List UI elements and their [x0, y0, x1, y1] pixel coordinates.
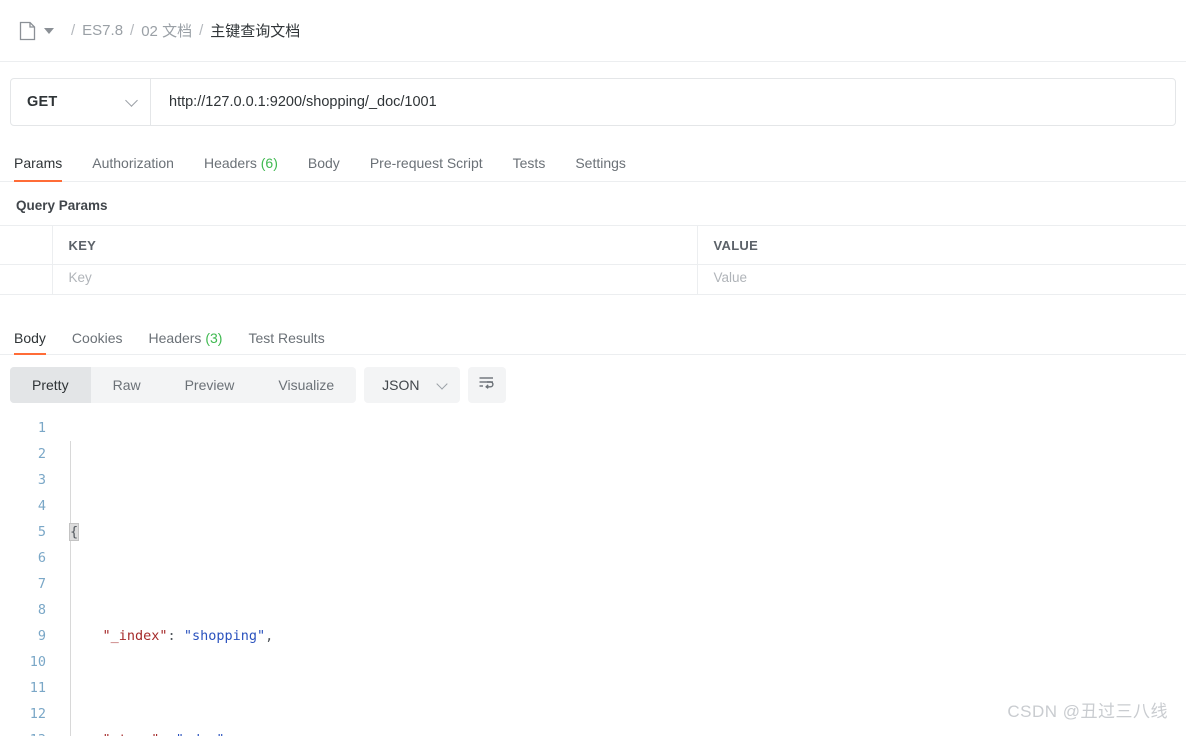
key-column-header: KEY [52, 225, 697, 265]
chevron-down-icon [435, 377, 448, 390]
line-number: 11 [29, 680, 46, 696]
query-params-table: KEY VALUE Key Value [0, 225, 1186, 295]
response-tab-cookies[interactable]: Cookies [72, 330, 123, 354]
line-number: 1 [37, 420, 46, 436]
json-value-type: "_doc" [176, 732, 225, 736]
response-format-select[interactable]: JSON [364, 367, 460, 403]
view-mode-visualize[interactable]: Visualize [256, 367, 356, 403]
request-url-bar: GET [10, 78, 1176, 126]
tab-body[interactable]: Body [308, 155, 340, 181]
line-number: 7 [37, 576, 46, 592]
row-checkbox-cell[interactable] [0, 264, 52, 295]
response-tab-headers-label: Headers [148, 330, 202, 346]
chevron-down-icon [125, 93, 138, 107]
document-icon[interactable] [18, 20, 38, 42]
line-number: 8 [37, 602, 46, 618]
breadcrumb: / ES7.8 / 02 文档 / 主键查询文档 [0, 0, 1186, 62]
tab-tests-label: Tests [512, 155, 546, 171]
http-method-select[interactable]: GET [11, 79, 151, 125]
response-tab-headers-count: (3) [205, 330, 223, 346]
view-mode-group: Pretty Raw Preview Visualize [10, 367, 357, 403]
http-method-label: GET [27, 94, 58, 110]
response-tab-cookies-label: Cookies [71, 330, 123, 346]
line-number: 10 [29, 654, 46, 670]
response-tab-body-label: Body [14, 330, 46, 346]
line-number: 13 [0, 727, 46, 736]
tab-settings[interactable]: Settings [575, 155, 626, 181]
breadcrumb-item-1[interactable]: 02 文档 [141, 20, 192, 41]
response-format-label: JSON [382, 377, 420, 393]
fold-guide [70, 441, 71, 736]
breadcrumb-separator-1: / [130, 22, 135, 39]
table-row[interactable]: Key Value [0, 264, 1186, 295]
line-number: 12 [29, 706, 46, 722]
value-input-cell[interactable]: Value [697, 264, 1186, 295]
json-key-index: "_index" [102, 628, 168, 644]
json-code-area[interactable]: { "_index": "shopping", "_type": "_doc",… [62, 415, 1186, 736]
chevron-down-icon[interactable] [44, 27, 54, 34]
view-mode-preview[interactable]: Preview [163, 367, 257, 403]
wrap-text-button[interactable] [467, 367, 506, 403]
breadcrumb-item-0[interactable]: ES7.8 [82, 22, 123, 39]
tab-body-label: Body [307, 155, 340, 171]
open-brace: { [68, 523, 80, 541]
code-line-3: "_type": "_doc", [62, 727, 1186, 736]
tab-authorization-label: Authorization [92, 155, 174, 171]
request-tabs: Params Authorization Headers (6) Body Pr… [0, 138, 1186, 182]
code-line-1: { [62, 519, 1186, 545]
tab-headers-count: (6) [260, 155, 278, 171]
request-url-input[interactable] [151, 79, 1175, 125]
line-number-gutter: 1 2 3 4 5 6 7 8 9 10 11 12 13 14 15 [0, 415, 62, 736]
response-body-toolbar: Pretty Raw Preview Visualize JSON [0, 355, 1186, 403]
line-number: 9 [37, 628, 46, 644]
checkbox-column-header [0, 225, 52, 265]
query-params-table-wrap: KEY VALUE Key Value [0, 225, 1186, 321]
json-key-type: "_type" [103, 732, 160, 736]
line-number: 2 [37, 446, 46, 462]
response-tabs: Body Cookies Headers (3) Test Results [0, 321, 1186, 355]
json-value-index: "shopping" [183, 628, 266, 644]
breadcrumb-item-current[interactable]: 主键查询文档 [210, 20, 300, 41]
tab-pre-request-script[interactable]: Pre-request Script [370, 155, 483, 181]
tab-authorization[interactable]: Authorization [92, 155, 174, 181]
tab-headers-label: Headers [203, 155, 257, 171]
response-tab-test-results[interactable]: Test Results [248, 330, 324, 354]
postman-window: / ES7.8 / 02 文档 / 主键查询文档 GET Params Auth… [0, 0, 1186, 736]
code-line-2: "_index": "shopping", [102, 628, 274, 644]
key-input-cell[interactable]: Key [52, 264, 697, 295]
table-header-row: KEY VALUE [0, 225, 1186, 265]
breadcrumb-separator-0: / [71, 22, 76, 39]
response-body-editor[interactable]: 1 2 3 4 5 6 7 8 9 10 11 12 13 14 15 { "_… [0, 415, 1186, 736]
line-number: 3 [37, 472, 46, 488]
tab-pre-request-script-label: Pre-request Script [369, 155, 483, 171]
value-column-header: VALUE [697, 225, 1186, 265]
response-tab-headers[interactable]: Headers (3) [149, 330, 223, 354]
tab-headers[interactable]: Headers (6) [204, 155, 278, 181]
tab-params-label: Params [14, 155, 63, 171]
query-params-title: Query Params [16, 198, 108, 213]
response-tab-body[interactable]: Body [14, 330, 46, 355]
tab-params[interactable]: Params [14, 155, 63, 182]
wrap-text-icon [478, 375, 495, 395]
view-mode-pretty[interactable]: Pretty [10, 367, 91, 403]
tab-settings-label: Settings [575, 155, 626, 171]
response-tab-test-results-label: Test Results [248, 330, 325, 346]
line-number: 4 [37, 498, 46, 514]
view-mode-raw[interactable]: Raw [91, 367, 163, 403]
line-number: 6 [37, 550, 46, 566]
line-number: 5 [37, 524, 46, 540]
tab-tests[interactable]: Tests [513, 155, 546, 181]
breadcrumb-separator-2: / [199, 22, 204, 39]
